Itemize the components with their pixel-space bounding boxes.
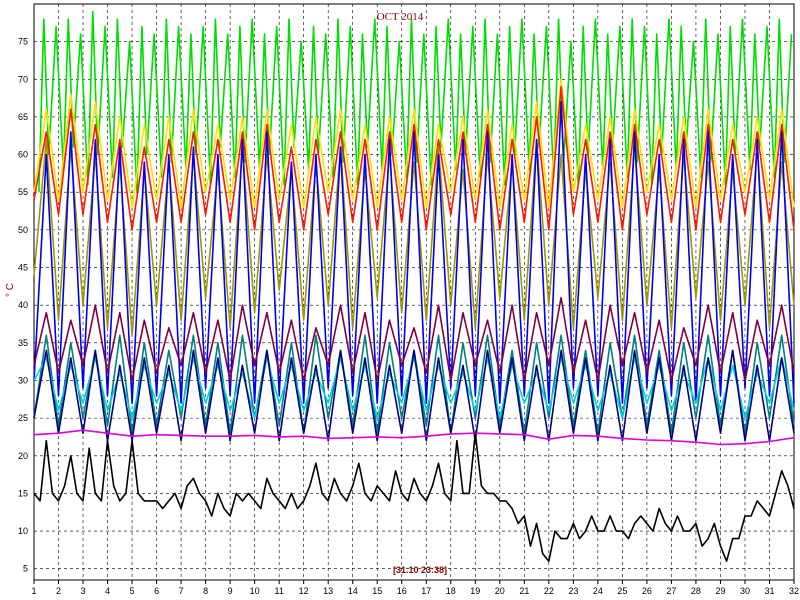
y-tick-label: 65 — [18, 112, 28, 122]
x-tick-label: 25 — [617, 586, 627, 596]
x-tick-label: 30 — [740, 586, 750, 596]
series-layer — [33, 10, 795, 563]
x-tick-label: 7 — [179, 586, 184, 596]
x-tick-label: 23 — [568, 586, 578, 596]
series-line-10 — [33, 429, 795, 446]
x-tick-label: 11 — [274, 586, 283, 596]
x-tick-label: 15 — [372, 586, 382, 596]
x-tick-label: 26 — [642, 586, 652, 596]
series-line-11 — [33, 432, 795, 563]
y-tick-label: 30 — [18, 375, 28, 385]
y-tick-label: 45 — [18, 263, 28, 273]
y-tick-label: 40 — [18, 300, 28, 310]
x-tick-label: 14 — [348, 586, 358, 596]
x-tick-label: 19 — [470, 586, 480, 596]
x-tick-label: 2 — [56, 586, 61, 596]
x-tick-label: 31 — [764, 586, 774, 596]
y-axis-label: ° C — [5, 283, 16, 297]
x-tick-label: 6 — [154, 586, 159, 596]
y-tick-label: 15 — [18, 488, 28, 498]
y-tick-label: 70 — [18, 74, 28, 84]
y-tick-label: 10 — [18, 526, 28, 536]
timestamp-label: [31.10 23:38] — [393, 565, 447, 575]
x-tick-label: 5 — [130, 586, 135, 596]
y-tick-label: 50 — [18, 225, 28, 235]
x-tick-label: 24 — [593, 586, 603, 596]
x-tick-label: 4 — [105, 586, 110, 596]
x-tick-label: 9 — [228, 586, 233, 596]
x-tick-label: 8 — [203, 586, 208, 596]
x-tick-label: 32 — [789, 586, 799, 596]
y-tick-label: 75 — [18, 37, 28, 47]
y-tick-label: 20 — [18, 451, 28, 461]
y-tick-label: 5 — [23, 564, 28, 574]
y-tick-label: 25 — [18, 413, 28, 423]
y-tick-label: 35 — [18, 338, 28, 348]
x-tick-label: 13 — [323, 586, 333, 596]
x-tick-label: 27 — [666, 586, 676, 596]
chart-title: OCT 2014 — [377, 11, 424, 23]
x-tick-label: 3 — [81, 586, 86, 596]
x-tick-label: 18 — [446, 586, 456, 596]
x-tick-label: 29 — [715, 586, 725, 596]
x-tick-label: 21 — [519, 586, 529, 596]
chart-svg: 510152025303540455055606570751 2 3 4 5 6 7 8 9 10… — [5, 3, 799, 596]
x-tick-label: 20 — [495, 586, 505, 596]
x-tick-label: 1 — [31, 586, 36, 596]
x-tick-label: 10 — [250, 586, 260, 596]
x-tick-label: 17 — [421, 586, 431, 596]
x-tick-label: 12 — [299, 586, 309, 596]
x-tick-label: 28 — [691, 586, 701, 596]
chart: 5 10 15 20 25 30 35 40 45 50 55 60 65 70 75 1 2 3 4 5 6 7 8 9 10… — [0, 0, 800, 600]
x-tick-label: 22 — [544, 586, 554, 596]
x-tick-label: 16 — [397, 586, 407, 596]
y-tick-label: 60 — [18, 150, 28, 160]
y-tick-label: 55 — [18, 187, 28, 197]
